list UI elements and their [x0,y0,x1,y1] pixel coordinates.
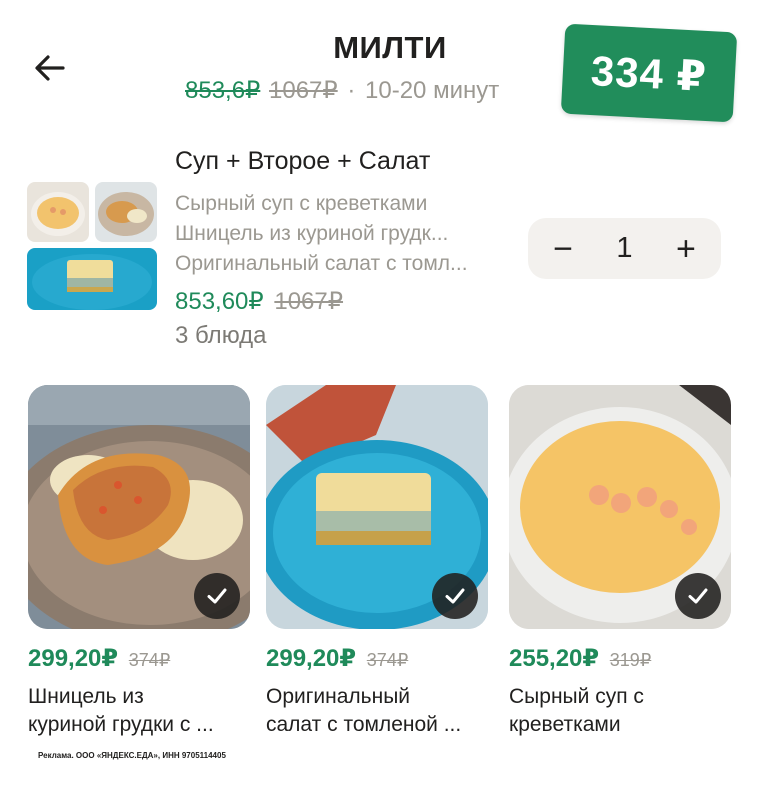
dish-card-soup[interactable]: 255,20₽ 319₽ Сырный суп с креветками [509,385,731,739]
delivery-info: 853,6₽ 1067₽ · 10-20 минут [185,76,499,105]
dish-name: Оригинальный салат с томленой ... [266,683,488,739]
combo-image [27,182,157,312]
dish-price-old: 319₽ [609,650,652,670]
combo-price-old: 1067₽ [274,288,344,315]
dish-price-new: 299,20₽ [28,645,119,672]
combo-schnitzel-thumb [95,182,157,242]
combo-item: Оригинальный салат с томл... [175,252,468,275]
dish-card-salad[interactable]: 299,20₽ 374₽ Оригинальный салат с томлен… [266,385,488,739]
back-button[interactable] [30,48,70,88]
arrow-left-icon [35,55,65,81]
combo-dish-count: 3 блюда [175,322,267,349]
dish-card-schnitzel[interactable]: 299,20₽ 374₽ Шницель из куриной грудки с… [28,385,250,739]
dish-photo [266,385,488,629]
dish-price-old: 374₽ [128,650,171,670]
dish-photo [28,385,250,629]
check-icon [688,588,708,604]
selected-check [194,573,240,619]
dish-price-new: 255,20₽ [509,645,600,672]
quantity-stepper: − 1 + [528,218,721,279]
selected-check [675,573,721,619]
dish-photo [509,385,731,629]
price-sticker: 334 ₽ [560,23,738,123]
dish-price-old: 374₽ [366,650,409,670]
header-price-new: 853,6₽ [185,77,261,104]
dish-name-line: куриной грудки с ... [28,713,214,736]
check-icon [207,588,227,604]
separator-dot: · [347,77,356,104]
check-icon [445,588,465,604]
dish-price-new: 299,20₽ [266,645,357,672]
dish-name: Сырный суп с креветками [509,683,731,739]
quantity-value: 1 [616,232,633,264]
combo-item: Сырный суп с креветками [175,192,428,215]
increase-button[interactable]: + [669,232,703,266]
dish-name-line: Сырный суп с [509,685,644,708]
dish-price: 299,20₽ 374₽ [28,644,250,673]
restaurant-title: МИЛТИ [333,30,447,65]
dish-name-line: креветками [509,713,621,736]
combo-price: 853,60₽ 1067₽ [175,287,343,316]
combo-item: Шницель из куриной грудк... [175,222,449,245]
dish-name-line: Оригинальный [266,685,411,708]
dish-name: Шницель из куриной грудки с ... [28,683,250,739]
dish-name-line: Шницель из [28,685,144,708]
dish-price: 255,20₽ 319₽ [509,644,731,673]
dish-name-line: салат с томленой ... [266,713,462,736]
dish-price: 299,20₽ 374₽ [266,644,488,673]
combo-title: Суп + Второе + Салат [175,147,431,175]
combo-salad-thumb [27,248,157,310]
combo-price-new: 853,60₽ [175,288,264,315]
ad-disclaimer: Реклама. ООО «ЯНДЕКС.ЕДА», ИНН 970511440… [38,751,226,760]
combo-soup-thumb [27,182,89,242]
selected-check [432,573,478,619]
decrease-button[interactable]: − [546,232,580,266]
delivery-time: 10-20 минут [365,77,500,104]
header-price-old: 1067₽ [269,77,338,104]
combo-items-list: Сырный суп с креветками Шницель из курин… [175,189,505,279]
